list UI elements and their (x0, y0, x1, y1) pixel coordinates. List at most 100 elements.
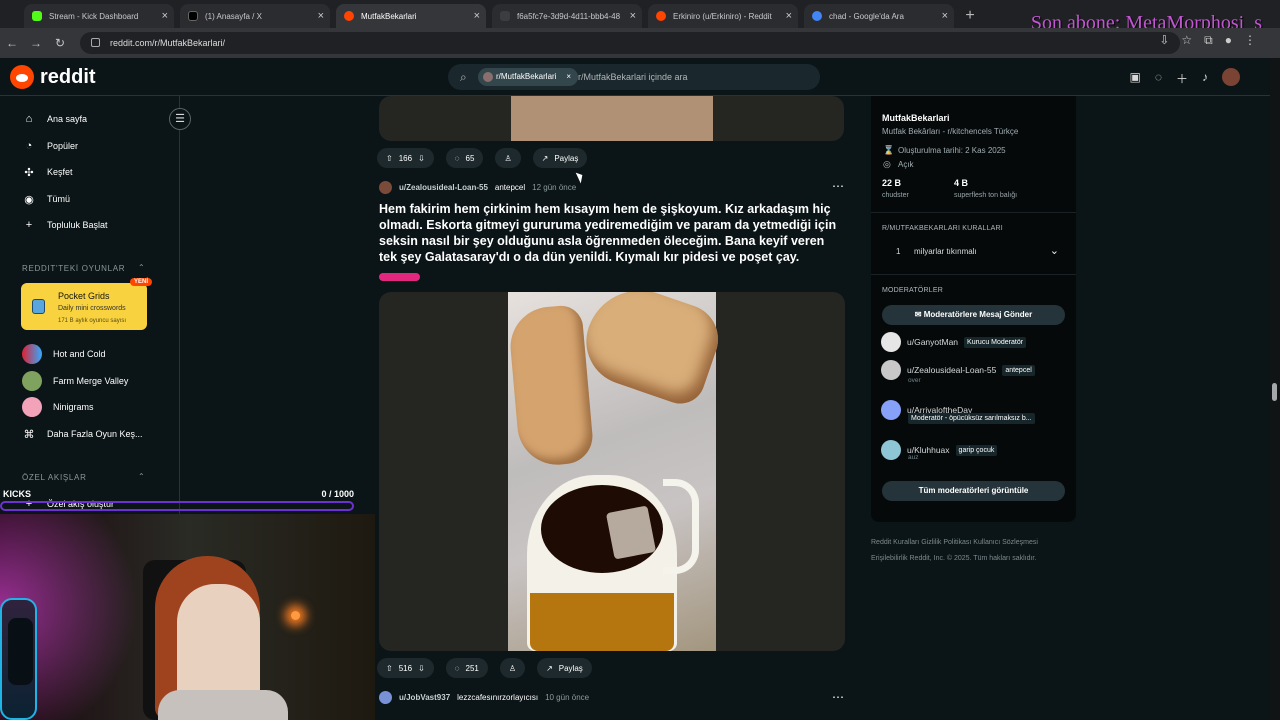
author-avatar[interactable] (379, 691, 392, 704)
search-input[interactable]: ⌕ r/MutfakBekarlari × r/MutfakBekarlari i… (448, 64, 820, 90)
back-icon[interactable]: ← (0, 31, 24, 55)
footer-line-1[interactable]: Reddit Kuralları Gizlilik Politikası Kul… (871, 535, 1076, 551)
moderator-avatar[interactable] (881, 332, 901, 352)
games-section-title[interactable]: REDDIT'TEKİ OYUNLAR ⌃ (22, 263, 145, 273)
popular-icon: ◔ (25, 140, 33, 152)
sidebar-item-all[interactable]: ◉ Tümü (22, 190, 70, 208)
member-count: 22 B (882, 178, 902, 188)
clear-chip-icon[interactable]: × (566, 68, 571, 86)
profile-avatar-icon[interactable]: ● (1225, 33, 1232, 48)
new-tab-button[interactable]: + (960, 4, 980, 28)
post-author[interactable]: u/Zealousideal-Loan-55 (399, 183, 488, 192)
sidebar-game-farm-merge-valley[interactable]: Farm Merge Valley (22, 371, 128, 391)
sidebar-item-popular[interactable]: ◔ Popüler (22, 137, 78, 155)
sidebar-game-hot-and-cold[interactable]: Hot and Cold (22, 344, 106, 364)
post-flair[interactable] (379, 273, 420, 281)
hot-and-cold-icon (22, 344, 42, 364)
moderator-avatar[interactable] (881, 440, 901, 460)
community-search-chip[interactable]: r/MutfakBekarlari × (478, 68, 578, 86)
rule-item[interactable]: 1 milyarlar tıkınmalı ⌄ (882, 241, 1065, 261)
sidebar-item-start-community[interactable]: + Topluluk Başlat (22, 216, 108, 234)
browser-tab-x[interactable]: (1) Anasayfa / X × (180, 4, 330, 28)
site-info-icon[interactable] (91, 38, 100, 47)
extensions-icon[interactable]: ⧉ (1204, 33, 1213, 48)
scrollbar-thumb[interactable] (1272, 383, 1277, 401)
message-mods-button[interactable]: ✉ Moderatörlere Mesaj Gönder (882, 305, 1065, 325)
browser-tab-kick[interactable]: Stream - Kick Dashboard × (24, 4, 174, 28)
vote-control[interactable]: ⇧ 166 ⇩ (377, 148, 434, 168)
comments-button[interactable]: ◌ 65 (445, 148, 484, 168)
award-button[interactable]: ♙ (499, 658, 526, 678)
reddit-logo[interactable]: reddit (10, 65, 96, 89)
chevron-up-icon[interactable]: ⌃ (138, 472, 145, 481)
tab-title: (1) Anasayfa / X (205, 11, 262, 21)
chat-icon[interactable]: ◌ (1155, 70, 1162, 87)
moderator-subtitle: auz (908, 454, 919, 461)
sidebar-item-explore[interactable]: ✣ Keşfet (22, 163, 72, 181)
webcam-overlay (0, 514, 375, 720)
user-avatar[interactable] (1222, 68, 1240, 86)
sidebar-item-home[interactable]: ⌂ Ana sayfa (22, 110, 87, 128)
post-author[interactable]: u/JobVast937 (399, 693, 450, 702)
chevron-down-icon[interactable]: ⌄ (1050, 244, 1059, 257)
post-options-icon[interactable]: ⋯ (832, 179, 844, 193)
browser-tab-uuid[interactable]: f6a5fc7e-3d9d-4d11-bbb4-48 × (492, 4, 642, 28)
search-icon: ⌕ (460, 70, 467, 84)
notification-bell-icon[interactable]: ♪ (1202, 70, 1208, 87)
bookmark-star-icon[interactable]: ☆ (1181, 33, 1192, 48)
post-image[interactable] (379, 292, 845, 651)
forward-icon[interactable]: → (24, 31, 48, 55)
share-button[interactable]: ↗ Paylaş (537, 658, 592, 678)
blank-page-icon (500, 11, 510, 21)
pocket-grids-card[interactable]: Pocket Grids Daily mini crosswords 171 B… (21, 278, 152, 330)
moderator-avatar[interactable] (881, 360, 901, 380)
page-scrollbar[interactable] (1270, 58, 1280, 720)
close-icon[interactable]: × (942, 10, 948, 22)
sidebar-game-ninigrams[interactable]: Ninigrams (22, 397, 94, 417)
award-button[interactable]: ♙ (495, 148, 521, 168)
previous-post-actions: ⇧ 166 ⇩ ◌ 65 ♙ ↗ Paylaş (377, 148, 588, 168)
comments-button[interactable]: ◌ 251 (445, 658, 488, 678)
browser-tab-google[interactable]: chad - Google'da Ara × (804, 4, 954, 28)
previous-post-image[interactable] (379, 96, 844, 141)
moderator-row[interactable]: u/Zealousideal-Loan-55 antepcel (881, 360, 1035, 380)
vote-control[interactable]: ⇧ 516 ⇩ (377, 658, 434, 678)
flatbread-image (507, 304, 595, 468)
sidebar-more-games[interactable]: ⌘ Daha Fazla Oyun Keş... (22, 425, 143, 443)
downvote-icon[interactable]: ⇩ (418, 154, 425, 163)
close-icon[interactable]: × (786, 10, 792, 22)
footer-line-2[interactable]: Erişilebilirlik Reddit, Inc. © 2025. Tüm… (871, 551, 1076, 567)
sidebar-toggle-button[interactable]: ☰ (169, 108, 191, 130)
moderator-row[interactable]: u/GanyotMan Kurucu Moderatör (881, 332, 1027, 352)
mug-stripe (530, 593, 674, 651)
reload-icon[interactable]: ↻ (48, 31, 72, 55)
browser-tab-reddit-user[interactable]: Erkiniro (u/Erkiniro) - Reddit × (648, 4, 798, 28)
award-icon: ♙ (504, 153, 512, 163)
moderator-row[interactable]: u/Kluhhuax garip çocuk (881, 440, 998, 460)
author-avatar[interactable] (379, 181, 392, 194)
close-icon[interactable]: × (162, 10, 168, 22)
chevron-up-icon[interactable]: ⌃ (138, 263, 145, 272)
custom-feeds-section-title[interactable]: ÖZEL AKIŞLAR ⌃ (22, 472, 145, 482)
mug-handle (663, 479, 699, 574)
view-all-moderators-button[interactable]: Tüm moderatörleri görüntüle (882, 481, 1065, 501)
post-title[interactable]: Hem fakirim hem çirkinim hem kısayım hem… (379, 201, 844, 265)
close-icon[interactable]: × (474, 10, 480, 22)
upvote-icon[interactable]: ⇧ (386, 664, 393, 673)
downvote-icon[interactable]: ⇩ (418, 664, 425, 673)
menu-icon[interactable]: ⋮ (1244, 33, 1256, 48)
logo-text: reddit (40, 65, 96, 88)
create-post-icon[interactable]: ＋ (1176, 70, 1188, 87)
post-time: 12 gün önce (532, 183, 577, 192)
advertise-icon[interactable]: ▣ (1130, 70, 1141, 87)
share-button[interactable]: ↗ Paylaş (532, 148, 588, 168)
upvote-icon[interactable]: ⇧ (386, 154, 393, 163)
community-description: Mutfak Bekârları - r/kitchencels Türkçe (882, 127, 1019, 136)
close-icon[interactable]: × (318, 10, 324, 22)
post-options-icon[interactable]: ⋯ (832, 690, 844, 704)
moderator-avatar[interactable] (881, 400, 901, 420)
browser-tab-reddit[interactable]: MutfakBekarlari × (336, 4, 486, 28)
close-icon[interactable]: × (630, 10, 636, 22)
install-icon[interactable]: ⇩ (1159, 33, 1169, 48)
address-bar[interactable]: reddit.com/r/MutfakBekarlari/ (80, 32, 1180, 54)
